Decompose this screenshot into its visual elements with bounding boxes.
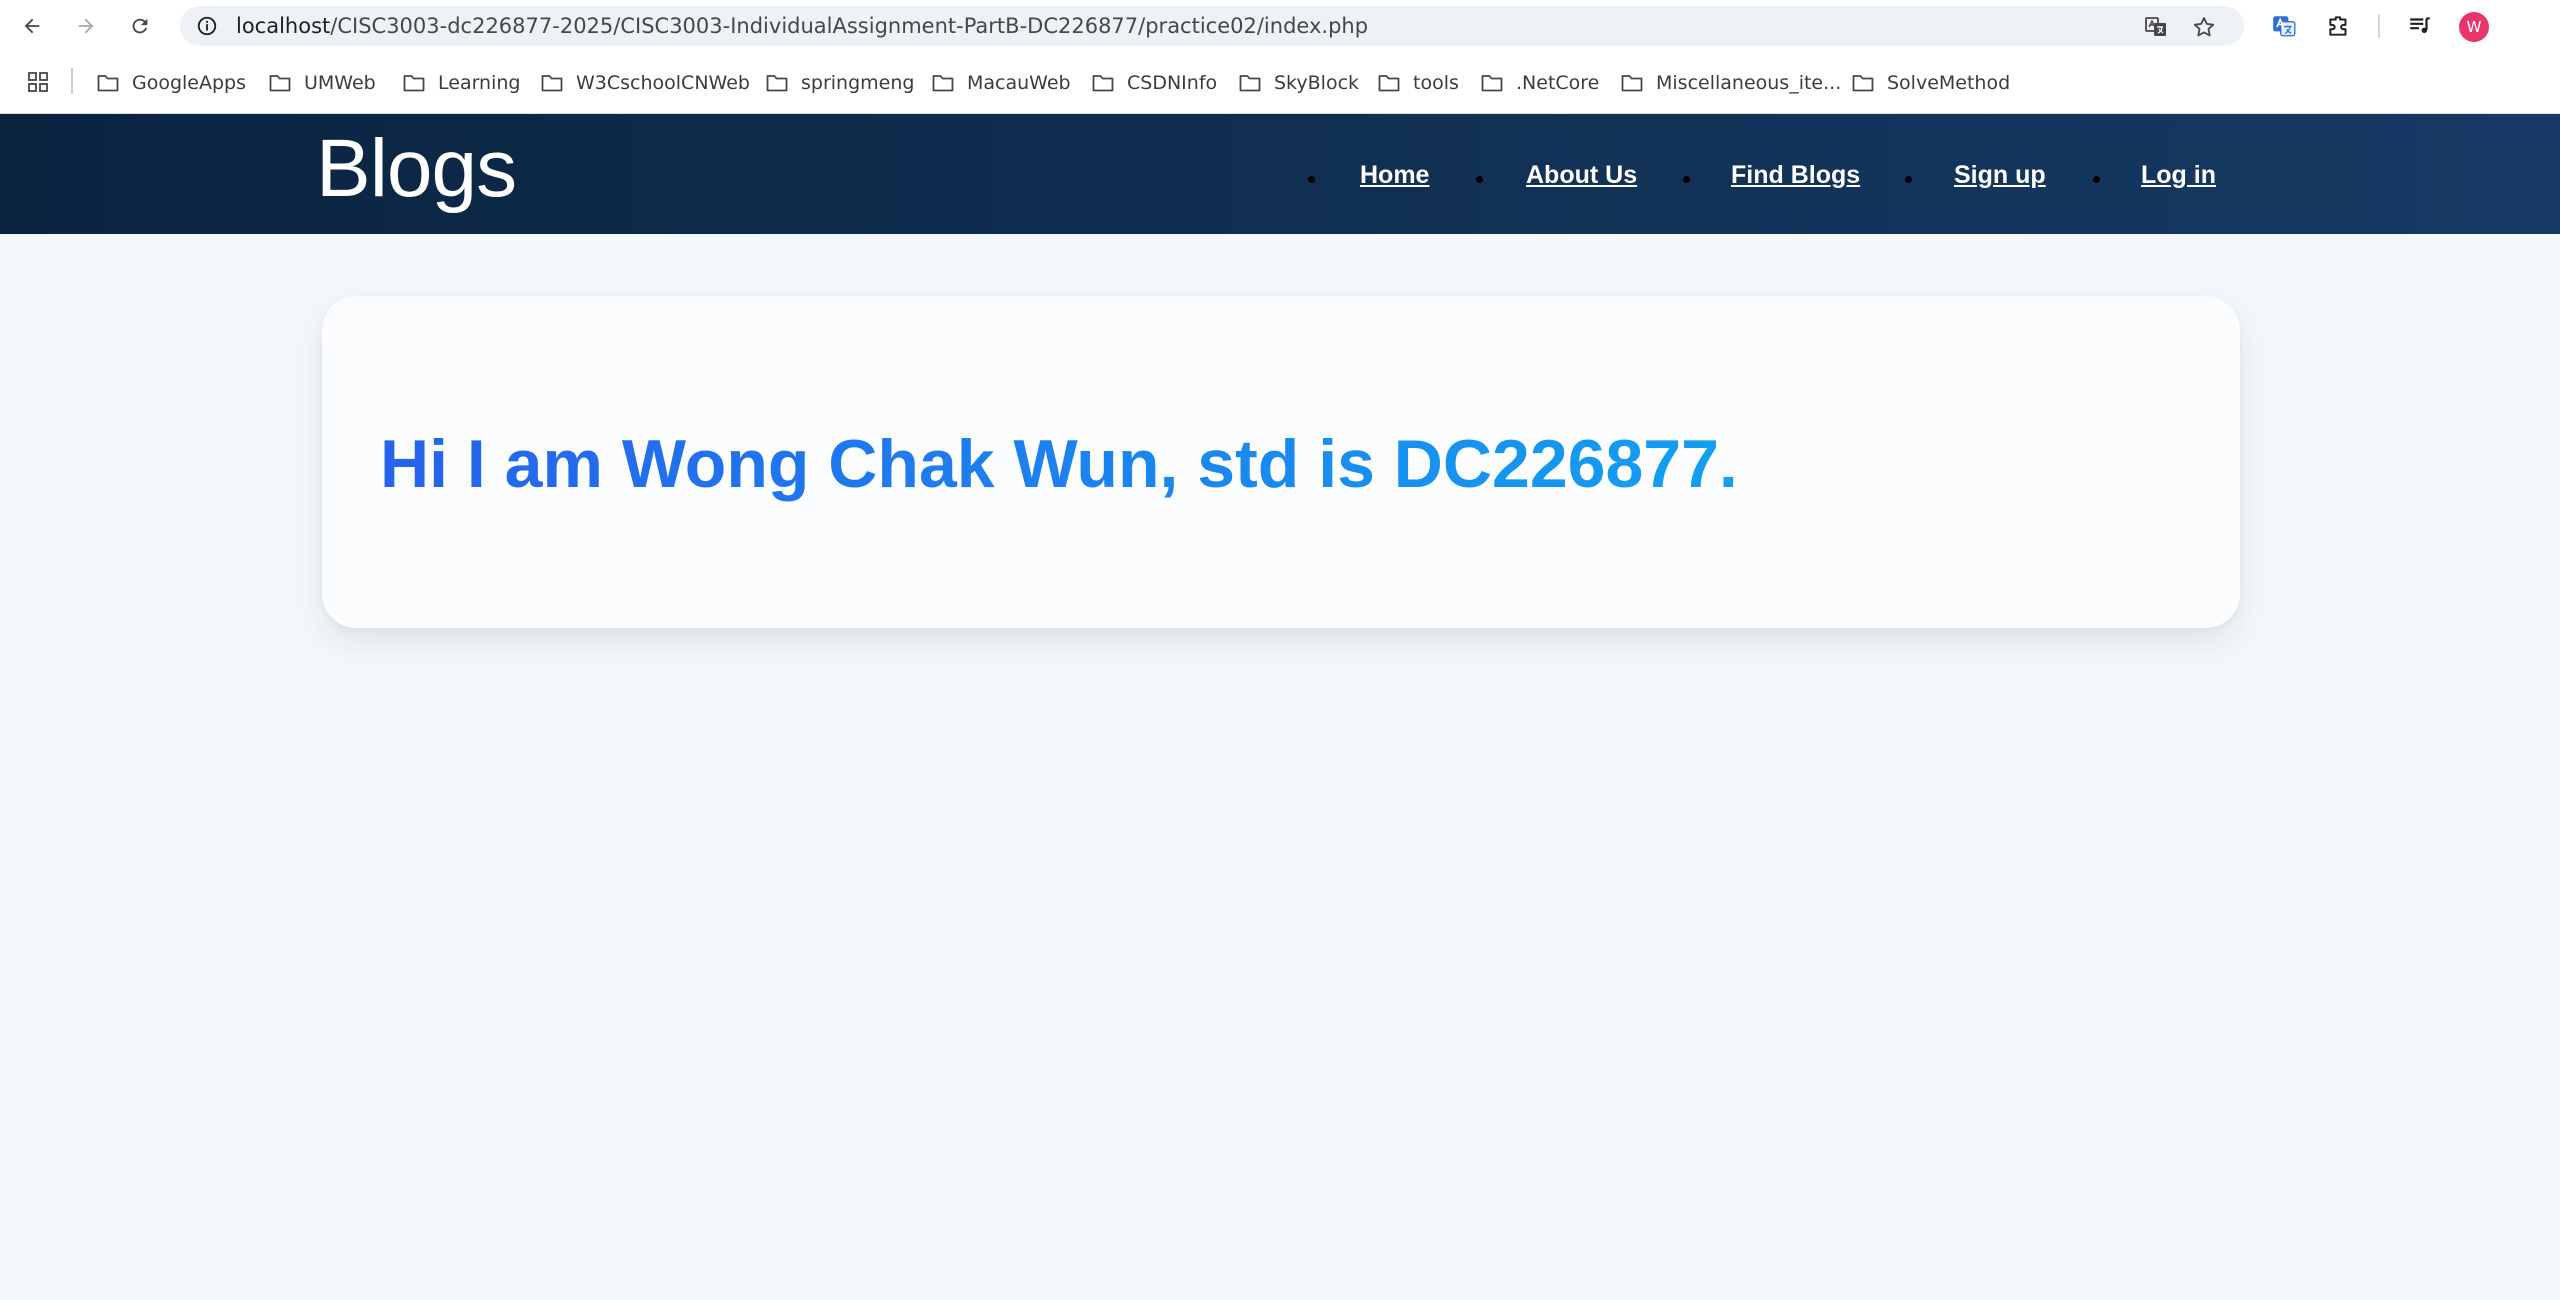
back-arrow-icon — [24, 18, 40, 34]
address-bar[interactable]: localhost/CISC3003-dc226877-2025/CISC300… — [180, 6, 2244, 46]
bookmark-label: SolveMethod — [1887, 72, 2011, 94]
folder-icon — [269, 75, 291, 92]
folder-icon — [541, 75, 563, 92]
bookmark-label: CSDNInfo — [1127, 72, 1218, 94]
bookmark-folder[interactable]: Miscellaneous_ite... — [1620, 66, 1841, 100]
extensions-button[interactable] — [2325, 12, 2353, 40]
bookmark-label: MacauWeb — [967, 72, 1071, 94]
bookmark-label: SkyBlock — [1274, 72, 1360, 94]
google-translate-icon — [2273, 16, 2296, 37]
bookmark-folder[interactable]: GoogleApps — [96, 66, 246, 100]
bookmarks-bar: GoogleApps UMWeb Learning W3CschoolCNWeb… — [0, 52, 2560, 114]
intro-card: Hi I am Wong Chak Wun, std is DC226877. — [322, 296, 2240, 628]
nav-link-home[interactable]: Home — [1360, 159, 1429, 191]
nav-link-signup[interactable]: Sign up — [1954, 159, 2046, 191]
folder-icon — [1092, 75, 1114, 92]
bookmark-label: UMWeb — [304, 72, 376, 94]
toolbar-divider — [2378, 14, 2380, 38]
url-text[interactable]: localhost/CISC3003-dc226877-2025/CISC300… — [236, 6, 1368, 46]
bookmark-folder[interactable]: .NetCore — [1480, 66, 1599, 100]
intro-heading: Hi I am Wong Chak Wun, std is DC226877. — [380, 426, 1738, 502]
nav-link-find-blogs[interactable]: Find Blogs — [1731, 159, 1860, 191]
bookmark-label: tools — [1413, 72, 1459, 94]
bookmark-folder[interactable]: W3CschoolCNWeb — [540, 66, 750, 100]
site-info-icon[interactable] — [196, 15, 218, 37]
folder-icon — [1239, 75, 1261, 92]
url-path: /CISC3003-dc226877-2025/CISC3003-Individ… — [330, 14, 1369, 38]
bookmark-label: Learning — [438, 72, 521, 94]
reload-button[interactable] — [124, 10, 156, 42]
bookmark-label: .NetCore — [1516, 72, 1600, 94]
bullet-icon — [1683, 176, 1690, 183]
profile-avatar[interactable]: W — [2459, 12, 2489, 42]
folder-icon — [1481, 75, 1503, 92]
bookmark-star-icon[interactable] — [2192, 15, 2216, 39]
bookmark-label: GoogleApps — [132, 72, 247, 94]
bookmark-folder[interactable]: Learning — [402, 66, 521, 100]
bookmark-folder[interactable]: CSDNInfo — [1091, 66, 1217, 100]
bullet-icon — [1308, 176, 1315, 183]
folder-icon — [97, 75, 119, 92]
bookmark-label: Miscellaneous_ite... — [1656, 72, 1842, 94]
site-brand[interactable]: Blogs — [316, 122, 517, 216]
back-button[interactable] — [16, 10, 48, 42]
bookmark-folder[interactable]: springmeng — [765, 66, 914, 100]
bookmark-folder[interactable]: SolveMethod — [1851, 66, 2010, 100]
folder-icon — [932, 75, 954, 92]
folder-icon — [1378, 75, 1400, 92]
apps-grid-icon[interactable] — [26, 70, 50, 94]
translate-page-icon[interactable] — [2144, 15, 2168, 39]
bookmark-folder[interactable]: tools — [1377, 66, 1459, 100]
folder-icon — [1852, 75, 1874, 92]
browser-toolbar: localhost/CISC3003-dc226877-2025/CISC300… — [0, 0, 2560, 52]
reload-icon — [132, 18, 148, 34]
folder-icon — [766, 75, 788, 92]
puzzle-icon — [2329, 16, 2347, 36]
bookmark-label: springmeng — [801, 72, 915, 94]
bullet-icon — [1905, 176, 1912, 183]
nav-link-about[interactable]: About Us — [1526, 159, 1637, 191]
bookmark-label: W3CschoolCNWeb — [576, 72, 750, 94]
folder-icon — [1621, 75, 1643, 92]
bullet-icon — [2093, 176, 2100, 183]
bookmarks-divider — [71, 68, 73, 94]
forward-arrow-icon — [78, 18, 94, 34]
folder-icon — [403, 75, 425, 92]
bullet-icon — [1476, 176, 1483, 183]
site-header: Blogs Home About Us Find Blogs Sign up L… — [0, 114, 2560, 234]
playlist-music-icon — [2410, 17, 2430, 34]
forward-button[interactable] — [70, 10, 102, 42]
bookmark-folder[interactable]: SkyBlock — [1238, 66, 1359, 100]
google-translate-extension[interactable] — [2270, 12, 2298, 40]
nav-link-login[interactable]: Log in — [2141, 159, 2216, 191]
url-host: localhost — [236, 14, 331, 38]
bookmark-folder[interactable]: UMWeb — [268, 66, 376, 100]
media-control-button[interactable] — [2406, 12, 2434, 40]
bookmark-folder[interactable]: MacauWeb — [931, 66, 1071, 100]
